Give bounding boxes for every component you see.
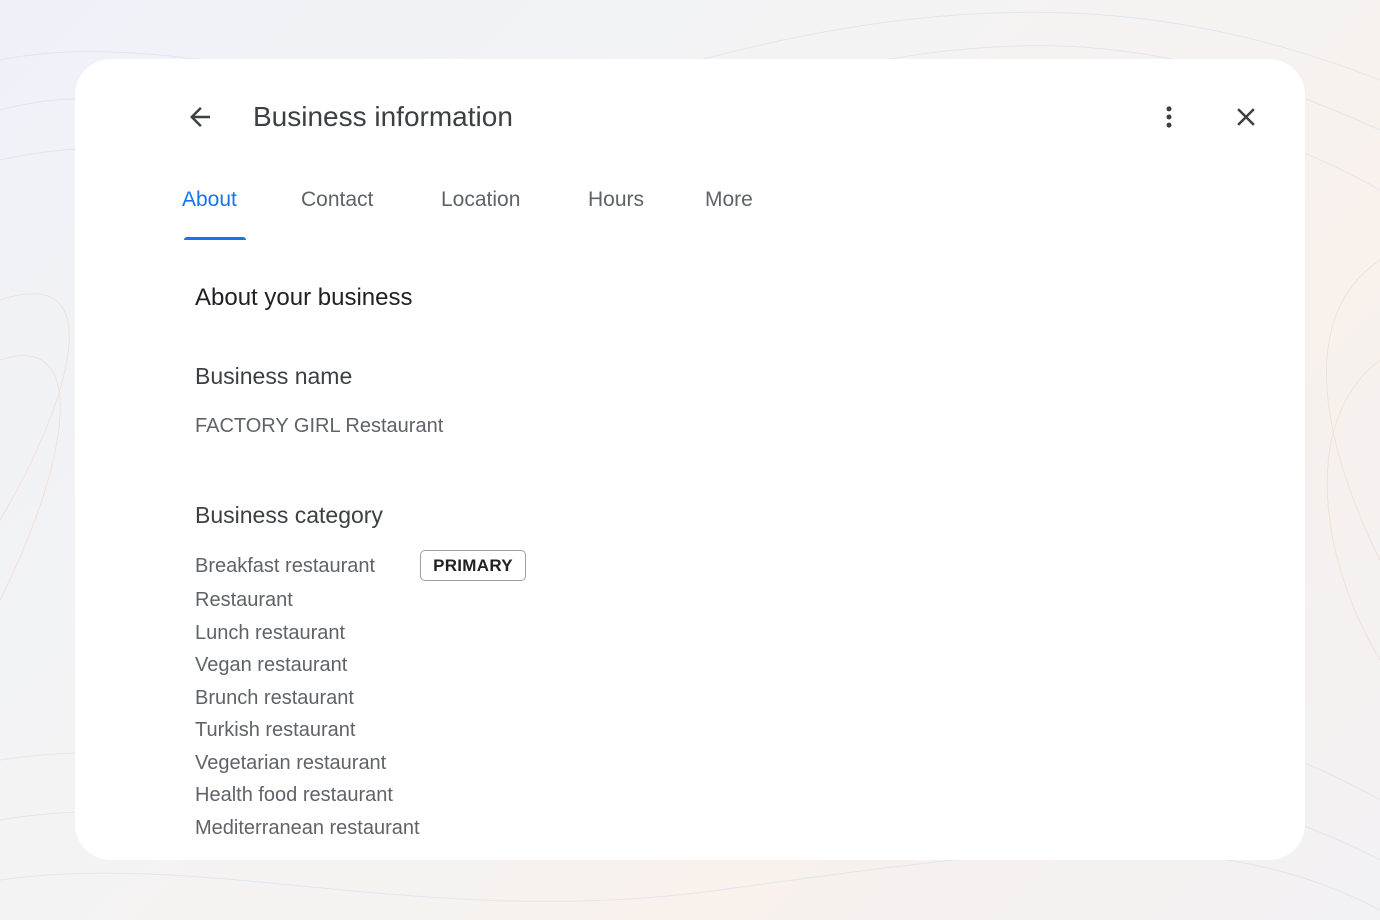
category-item: Vegan restaurant [195, 654, 348, 676]
category-item: Mediterranean restaurant [195, 817, 420, 839]
arrow-back-icon [190, 107, 210, 127]
tab-more[interactable]: More [705, 186, 753, 214]
active-tab-indicator [184, 237, 246, 240]
tab-about[interactable]: About [182, 186, 237, 214]
more-options-button[interactable] [1147, 95, 1191, 139]
section-heading: About your business [195, 284, 413, 311]
close-button[interactable] [1224, 95, 1268, 139]
tab-hours[interactable]: Hours [588, 186, 644, 214]
more-vertical-icon [1166, 106, 1172, 128]
business-name-label: Business name [195, 363, 353, 389]
category-item: Brunch restaurant [195, 687, 354, 709]
primary-badge: PRIMARY [420, 550, 526, 581]
business-name-value: FACTORY GIRL Restaurant [195, 415, 444, 437]
close-icon [1237, 108, 1255, 126]
business-info-panel: Business information About Contact Locat… [75, 59, 1305, 860]
category-item: Breakfast restaurant [195, 555, 376, 577]
tab-contact[interactable]: Contact [301, 186, 373, 214]
tab-location[interactable]: Location [441, 186, 520, 214]
business-category-label: Business category [195, 502, 383, 528]
category-item: Lunch restaurant [195, 622, 346, 644]
category-item: Health food restaurant [195, 784, 393, 806]
page-title: Business information [253, 101, 513, 132]
category-item: Turkish restaurant [195, 719, 356, 741]
category-item: Vegetarian restaurant [195, 752, 387, 774]
back-button[interactable] [178, 95, 222, 139]
category-item: Restaurant [195, 589, 293, 611]
